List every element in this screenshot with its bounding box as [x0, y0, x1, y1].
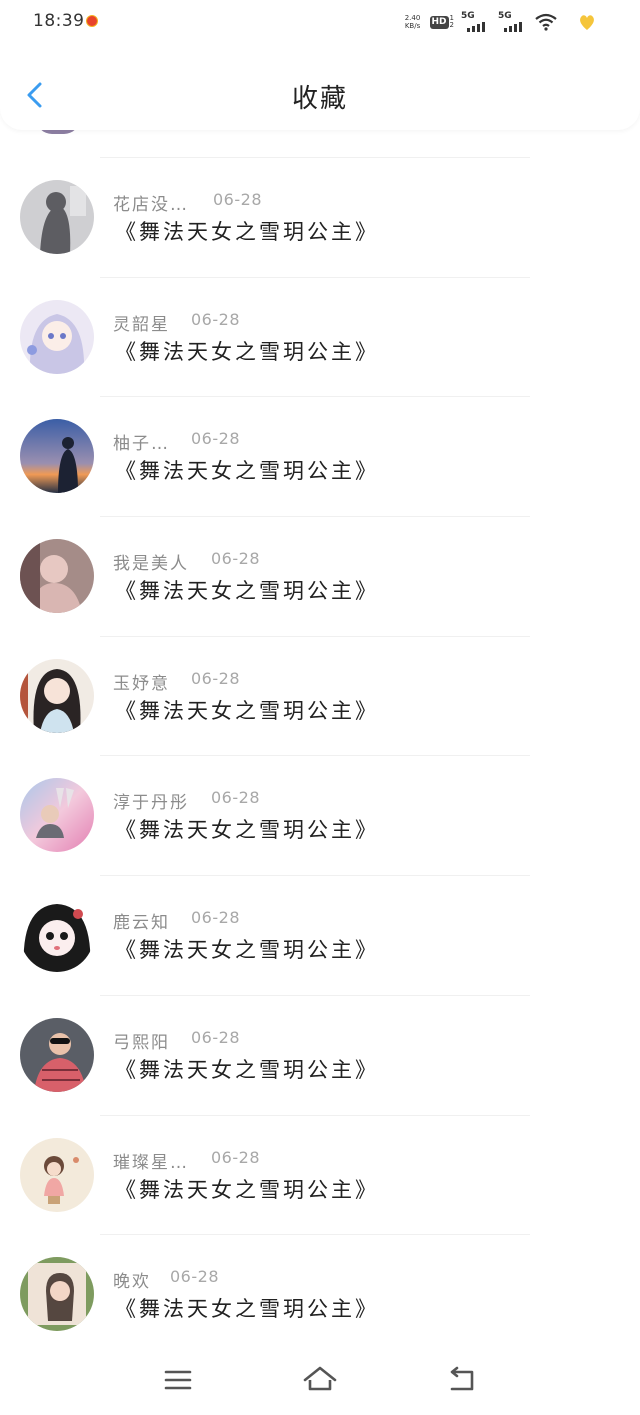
heart-battery-icon — [580, 15, 594, 30]
item-date: 06-28 — [191, 309, 240, 329]
avatar[interactable] — [20, 1137, 94, 1212]
list-item[interactable]: 璀璨星… 06-28 《舞法天女之雪玥公主》 — [0, 1116, 640, 1236]
menu-icon[interactable] — [158, 1360, 198, 1400]
item-name: 弓熙阳 — [113, 1032, 170, 1053]
list-item[interactable]: 花店没… 06-28 《舞法天女之雪玥公主》 — [0, 158, 640, 278]
status-time: 18:39 — [33, 11, 85, 31]
hd-voice-icon: HD 1 2 — [429, 14, 454, 29]
item-message: 《舞法天女之雪玥公主》 — [115, 1177, 379, 1202]
network-speed: 2.40 KB/s — [404, 14, 421, 30]
status-icons: 2.40 KB/s HD 1 2 5G 5G — [403, 10, 596, 34]
item-message: 《舞法天女之雪玥公主》 — [115, 220, 379, 244]
avatar[interactable] — [20, 898, 94, 973]
item-date: 06-28 — [213, 190, 262, 209]
list-item[interactable]: 弓熙阳 06-28 《舞法天女之雪玥公主》 — [0, 996, 640, 1116]
signal-sim1-icon: 5G — [461, 11, 491, 33]
item-name: 柚子… — [113, 434, 170, 455]
list-item[interactable]: 淳于丹彤 06-28 《舞法天女之雪玥公主》 — [0, 756, 640, 877]
item-date: 06-28 — [191, 429, 240, 449]
item-message: 《舞法天女之雪玥公主》 — [115, 818, 379, 843]
item-date: 06-28 — [191, 668, 240, 688]
item-message: 《舞法天女之雪玥公主》 — [115, 339, 379, 364]
status-bar: 18:39 2.40 KB/s HD 1 2 5G 5G — [0, 0, 640, 44]
list-item[interactable]: 晚欢 06-28 《舞法天女之雪玥公主》 — [0, 1235, 640, 1355]
item-date: 06-28 — [211, 1147, 260, 1167]
item-name: 花店没… — [113, 195, 189, 215]
item-message: 《舞法天女之雪玥公主》 — [115, 938, 379, 963]
avatar[interactable] — [20, 1017, 94, 1092]
item-name: 灵韶星 — [113, 314, 170, 335]
home-icon[interactable] — [300, 1360, 340, 1400]
avatar[interactable] — [20, 180, 94, 254]
item-date: 06-28 — [211, 788, 260, 808]
list-item[interactable]: 柚子… 06-28 《舞法天女之雪玥公主》 — [0, 397, 640, 518]
item-date: 06-28 — [191, 908, 240, 928]
item-name: 晚欢 — [113, 1272, 151, 1293]
item-name: 璀璨星… — [113, 1152, 189, 1173]
avatar[interactable] — [20, 658, 94, 733]
avatar[interactable] — [20, 299, 94, 374]
system-nav-bar — [0, 1348, 640, 1415]
item-message: 《舞法天女之雪玥公主》 — [115, 1057, 379, 1082]
list-item[interactable]: 玉妤意 06-28 《舞法天女之雪玥公主》 — [0, 637, 640, 757]
item-date: 06-28 — [211, 549, 260, 569]
list-item[interactable]: 我是美人 06-28 《舞法天女之雪玥公主》 — [0, 517, 640, 637]
signal-sim2-icon: 5G — [498, 11, 528, 33]
item-message: 《舞法天女之雪玥公主》 — [115, 698, 379, 723]
back-arrow-icon[interactable] — [442, 1360, 482, 1400]
favorites-list: 花店没… 06-28 《舞法天女之雪玥公主》 灵韶星 06-28 《舞法天女之雪… — [0, 158, 640, 1355]
list-item[interactable]: 灵韶星 06-28 《舞法天女之雪玥公主》 — [0, 278, 640, 398]
avatar[interactable] — [20, 778, 94, 853]
item-name: 淳于丹彤 — [113, 793, 189, 814]
avatar[interactable] — [20, 539, 94, 614]
item-message: 《舞法天女之雪玥公主》 — [115, 1297, 379, 1322]
item-name: 鹿云知 — [113, 913, 170, 934]
item-date: 06-28 — [170, 1267, 219, 1287]
item-date: 06-28 — [191, 1027, 240, 1047]
wifi-icon — [535, 13, 557, 31]
item-name: 我是美人 — [113, 554, 189, 575]
notification-app-icon — [86, 15, 98, 27]
avatar[interactable] — [20, 419, 94, 494]
list-item[interactable]: 鹿云知 06-28 《舞法天女之雪玥公主》 — [0, 876, 640, 996]
item-message: 《舞法天女之雪玥公主》 — [115, 459, 379, 484]
avatar[interactable] — [20, 1257, 94, 1332]
item-message: 《舞法天女之雪玥公主》 — [115, 579, 379, 604]
item-name: 玉妤意 — [113, 673, 170, 694]
app-header: 收藏 — [0, 44, 640, 130]
page-title: 收藏 — [291, 84, 348, 114]
